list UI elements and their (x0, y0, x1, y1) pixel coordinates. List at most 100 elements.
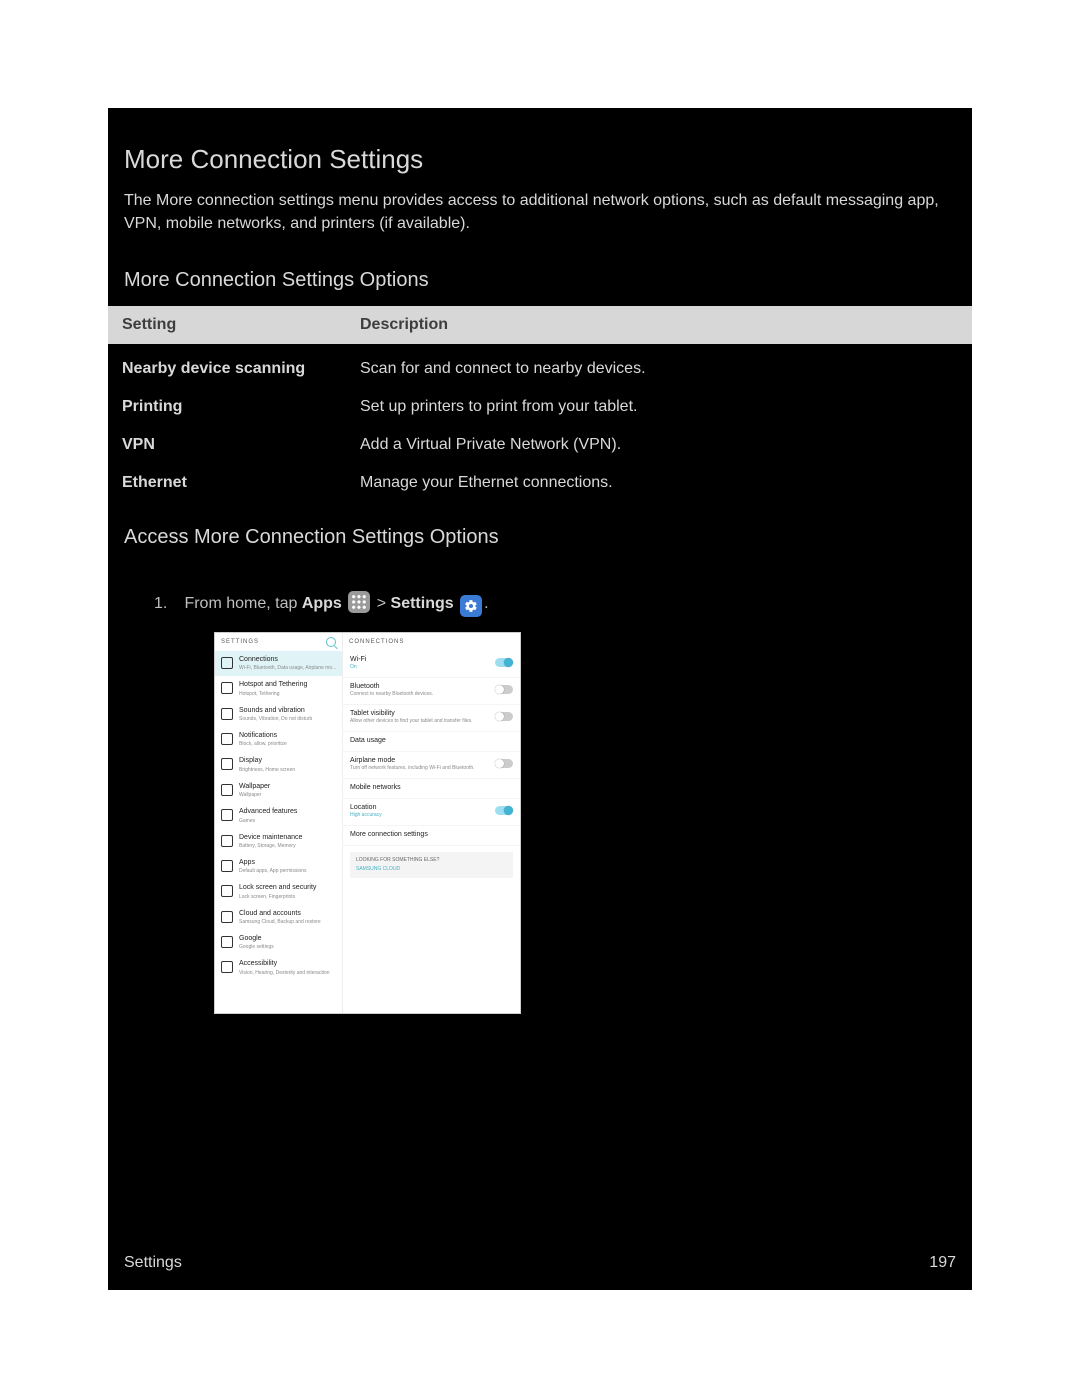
sidebar-item-sub: Google settings (239, 944, 337, 950)
footer-page-number: 197 (929, 1254, 956, 1272)
table-row: Printing Set up printers to print from y… (108, 388, 972, 426)
connection-item[interactable]: Airplane modeTurn off network features, … (343, 752, 520, 779)
table-row: Nearby device scanning Scan for and conn… (108, 347, 972, 388)
options-heading: More Connection Settings Options (108, 259, 972, 306)
sidebar-item-icon (221, 809, 233, 821)
sidebar-item-title: Device maintenance (239, 834, 337, 842)
sidebar-item-title: Display (239, 757, 337, 765)
th-setting: Setting (108, 306, 346, 347)
sidebar-item-icon (221, 911, 233, 923)
sidebar-item-title: Cloud and accounts (239, 910, 337, 918)
sidebar-item[interactable]: Hotspot and TetheringHotspot, Tethering (215, 676, 342, 701)
sidebar-item-sub: Battery, Storage, Memory (239, 843, 337, 849)
connection-item[interactable]: More connection settings (343, 826, 520, 846)
screenshot-right-panel: CONNECTIONS Wi-FiOnBluetoothConnect to n… (343, 633, 520, 1013)
connection-item-title: Mobile networks (350, 784, 513, 791)
sidebar-item-sub: Brightness, Home screen (239, 767, 337, 773)
sidebar-item-title: Google (239, 935, 337, 943)
sidebar-item-sub: Lock screen, Fingerprints (239, 894, 337, 900)
sidebar-item-sub: Wallpaper (239, 792, 337, 798)
sidebar-item[interactable]: Cloud and accountsSamsung Cloud, Backup … (215, 905, 342, 930)
screenshot-left-title: SETTINGS (221, 639, 259, 645)
sidebar-item-icon (221, 961, 233, 973)
sidebar-item-title: Lock screen and security (239, 884, 337, 892)
step-settings-label: Settings (391, 595, 454, 612)
sidebar-item[interactable]: Display Brightness, Home screen (215, 752, 342, 777)
setting-desc: Set up printers to print from your table… (346, 388, 972, 426)
sidebar-item-title: Apps (239, 859, 337, 867)
sidebar-item-sub: Samsung Cloud, Backup and restore (239, 919, 337, 925)
setting-name: Printing (108, 388, 346, 426)
sidebar-item-sub: Wi-Fi, Bluetooth, Data usage, Airplane m… (239, 665, 337, 671)
sidebar-item-icon (221, 733, 233, 745)
connection-item[interactable]: Mobile networks (343, 779, 520, 799)
connection-item-title: Tablet visibility (350, 710, 491, 717)
setting-name: Nearby device scanning (108, 347, 346, 388)
connection-item-title: Bluetooth (350, 683, 491, 690)
connection-item-title: Wi-Fi (350, 656, 491, 663)
th-description: Description (346, 306, 972, 347)
connection-item[interactable]: Data usage (343, 732, 520, 752)
apps-icon (348, 591, 370, 613)
setting-name: Ethernet (108, 464, 346, 502)
screenshot-left-header: SETTINGS (215, 633, 342, 651)
setting-desc: Manage your Ethernet connections. (346, 464, 972, 502)
toggle-switch[interactable] (495, 759, 513, 768)
sidebar-item-icon (221, 657, 233, 669)
sidebar-item-sub: Default apps, App permissions (239, 868, 337, 874)
screenshot-right-title: CONNECTIONS (349, 639, 404, 645)
sidebar-item[interactable]: AppsDefault apps, App permissions (215, 854, 342, 879)
sidebar-item-title: Notifications (239, 732, 337, 740)
connection-item-sub: On (350, 664, 491, 670)
table-row: VPN Add a Virtual Private Network (VPN). (108, 426, 972, 464)
step-1: 1. From home, tap Apps > Settings . (154, 589, 956, 619)
sidebar-item[interactable]: ConnectionsWi-Fi, Bluetooth, Data usage,… (215, 651, 342, 676)
sidebar-item[interactable]: Lock screen and security Lock screen, Fin… (215, 879, 342, 904)
connection-item[interactable]: Wi-FiOn (343, 651, 520, 678)
access-heading: Access More Connection Settings Options (108, 516, 972, 563)
looking-link[interactable]: SAMSUNG CLOUD (356, 866, 507, 872)
connection-item-sub: Connect to nearby Bluetooth devices. (350, 691, 491, 697)
sidebar-item-icon (221, 885, 233, 897)
sidebar-item[interactable]: Advanced features Games (215, 803, 342, 828)
sidebar-item-icon (221, 784, 233, 796)
setting-desc: Add a Virtual Private Network (VPN). (346, 426, 972, 464)
sidebar-item-sub: Vision, Hearing, Dexterity and interacti… (239, 970, 337, 976)
sidebar-item-sub: Games (239, 818, 337, 824)
step-period: . (484, 595, 488, 612)
sidebar-item-icon (221, 835, 233, 847)
sidebar-item[interactable]: GoogleGoogle settings (215, 930, 342, 955)
sidebar-item[interactable]: NotificationsBlock, allow, prioritize (215, 727, 342, 752)
sidebar-item-icon (221, 758, 233, 770)
connection-item[interactable]: Tablet visibilityAllow other devices to … (343, 705, 520, 732)
looking-for-box: LOOKING FOR SOMETHING ELSE? SAMSUNG CLOU… (350, 852, 513, 878)
connection-item-title: Airplane mode (350, 757, 491, 764)
table-row: Ethernet Manage your Ethernet connection… (108, 464, 972, 502)
connection-item[interactable]: LocationHigh accuracy (343, 799, 520, 826)
sidebar-item-title: Accessibility (239, 960, 337, 968)
sidebar-item[interactable]: Device maintenanceBattery, Storage, Memo… (215, 829, 342, 854)
setting-desc: Scan for and connect to nearby devices. (346, 347, 972, 388)
connection-item[interactable]: BluetoothConnect to nearby Bluetooth dev… (343, 678, 520, 705)
toggle-switch[interactable] (495, 712, 513, 721)
footer-section: Settings (124, 1254, 182, 1272)
connection-item-sub: High accuracy (350, 812, 491, 818)
sidebar-item-sub: Sounds, Vibration, Do not disturb (239, 716, 337, 722)
search-icon[interactable] (326, 637, 336, 647)
sidebar-item[interactable]: Accessibility Vision, Hearing, Dexterity … (215, 955, 342, 980)
sidebar-item[interactable]: WallpaperWallpaper (215, 778, 342, 803)
step-number: 1. (154, 589, 180, 619)
connection-item-title: Data usage (350, 737, 513, 744)
sidebar-item-sub: Block, allow, prioritize (239, 741, 337, 747)
sidebar-item[interactable]: Sounds and vibrationSounds, Vibration, D… (215, 702, 342, 727)
sidebar-item-title: Sounds and vibration (239, 707, 337, 715)
screenshot-right-header: CONNECTIONS (343, 633, 520, 651)
sidebar-item-sub: Hotspot, Tethering (239, 691, 337, 697)
toggle-switch[interactable] (495, 658, 513, 667)
sidebar-item-title: Advanced features (239, 808, 337, 816)
sidebar-item-icon (221, 682, 233, 694)
settings-icon (460, 595, 482, 617)
connection-item-title: More connection settings (350, 831, 513, 838)
toggle-switch[interactable] (495, 806, 513, 815)
toggle-switch[interactable] (495, 685, 513, 694)
